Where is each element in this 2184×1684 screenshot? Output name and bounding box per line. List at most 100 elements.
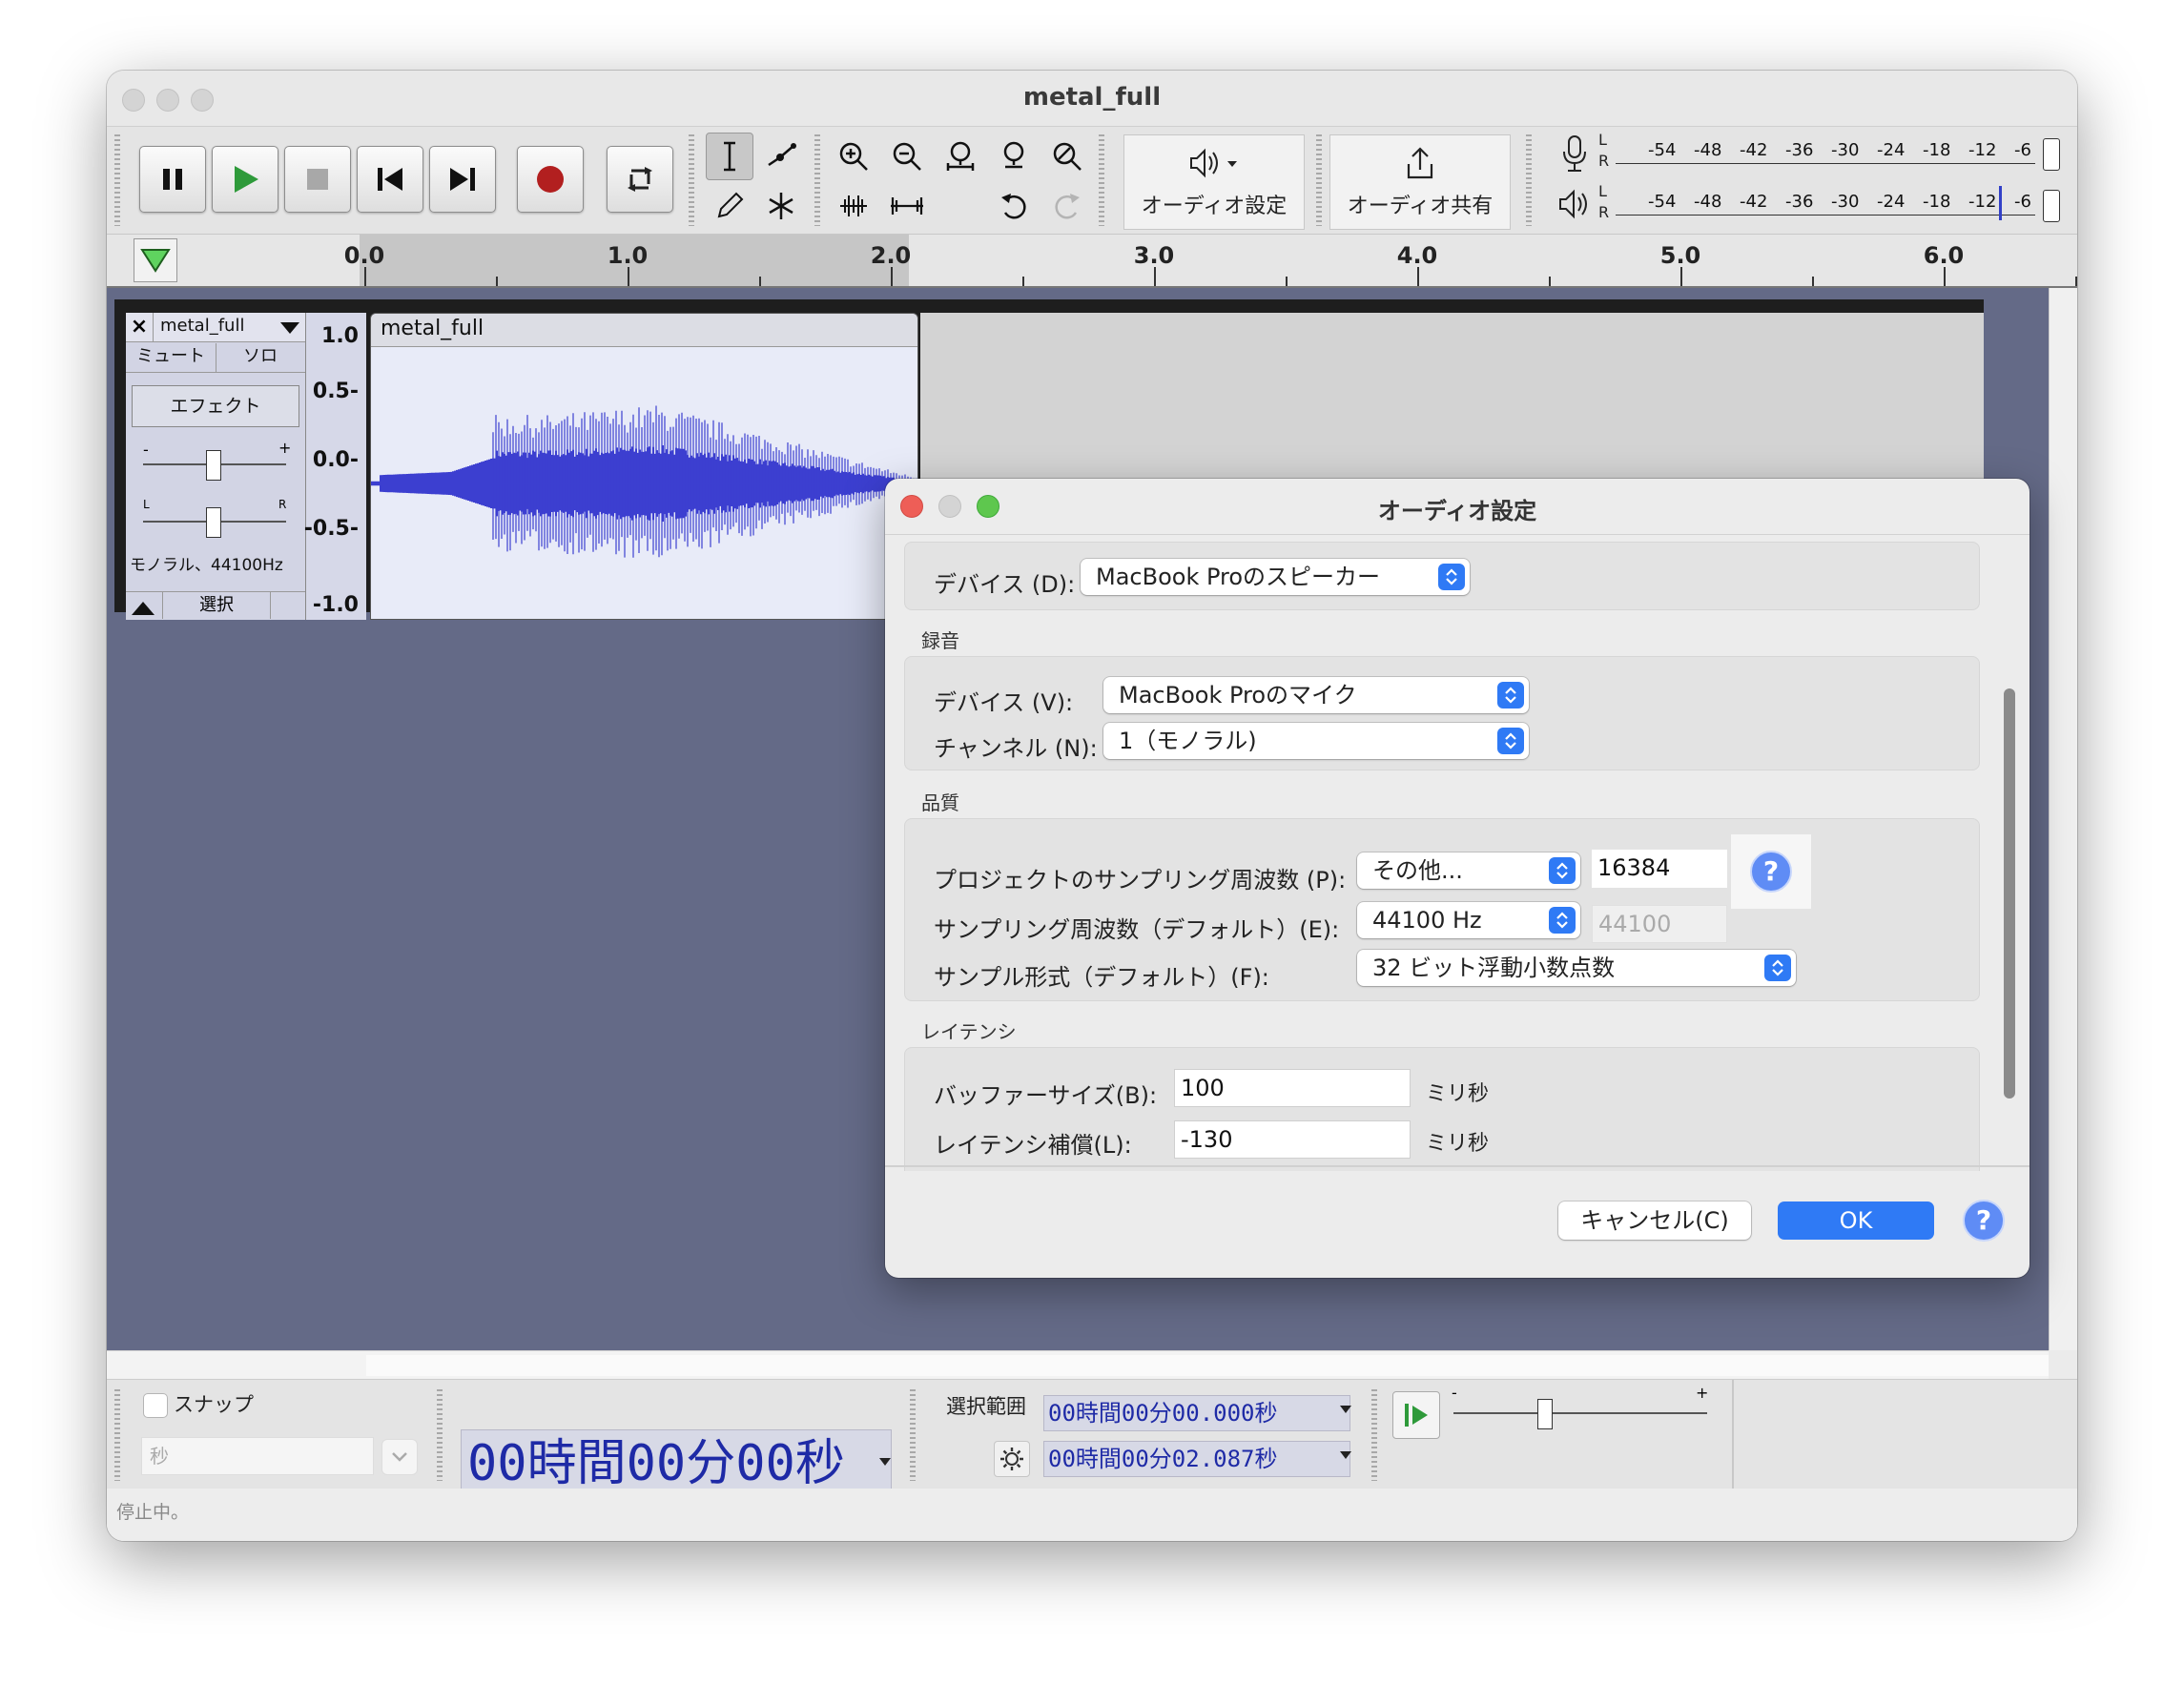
selection-tool-button[interactable] [706, 133, 753, 180]
speed-slider-thumb[interactable] [1537, 1399, 1553, 1429]
toolbar-grip[interactable] [1099, 134, 1104, 226]
dialog-footer-divider [885, 1165, 2029, 1167]
project-rate-select[interactable]: その他... [1357, 852, 1580, 889]
quality-group: プロジェクトのサンプリング周波数 (P): その他... 16384 ? サンプ… [904, 818, 1980, 1001]
toolbar-grip[interactable] [689, 134, 694, 226]
mute-button[interactable]: ミュート [126, 343, 216, 373]
redo-button[interactable] [1043, 182, 1091, 230]
undo-icon [1001, 194, 1026, 219]
playback-device-select[interactable]: MacBook Proのスピーカー [1081, 559, 1470, 595]
play-at-speed-button[interactable] [1392, 1391, 1440, 1439]
dialog-title: オーディオ設定 [1377, 498, 1537, 524]
end-time-dropdown-icon[interactable] [1339, 1448, 1352, 1462]
timeline-ruler[interactable]: 0.0 1.0 2.0 3.0 4.0 5.0 6.0 [107, 235, 2077, 288]
zoom-toggle-button[interactable] [1043, 133, 1091, 180]
recording-section-label: 録音 [921, 629, 959, 652]
effects-button[interactable]: エフェクト [132, 385, 299, 427]
toolbar-grip[interactable] [910, 1389, 916, 1481]
selection-start-time[interactable]: 00時間00分00.000秒 [1043, 1395, 1350, 1431]
snap-checkbox[interactable] [143, 1393, 168, 1418]
track-close-button[interactable]: × [126, 313, 154, 341]
audio-share-button[interactable]: オーディオ共有 [1329, 134, 1511, 230]
gain-slider-thumb[interactable] [206, 450, 221, 481]
horizontal-scroll-thumb[interactable] [366, 1355, 2049, 1376]
gear-icon [1000, 1448, 1023, 1470]
recording-device-select[interactable]: MacBook Proのマイク [1103, 677, 1529, 713]
track-name[interactable]: metal_full [160, 316, 244, 336]
zoom-in-button[interactable] [830, 133, 877, 180]
toolbar-grip[interactable] [814, 134, 820, 226]
dialog-scrollbar[interactable] [1999, 536, 2020, 1222]
cancel-button[interactable]: キャンセル(C) [1558, 1201, 1751, 1240]
ruler-major-tick [891, 267, 893, 286]
record-meter[interactable]: L R -54 -48 -42 -36 -30 -24 -18 -12 -6 [1545, 131, 2077, 178]
audio-setup-label: オーディオ設定 [1141, 195, 1288, 218]
snap-unit-select[interactable]: 秒 [141, 1437, 374, 1475]
scale-label: -0.5- [303, 517, 359, 541]
ruler-minor-tick [2075, 277, 2077, 286]
status-bar: 停止中。 [107, 1489, 2077, 1541]
pause-button[interactable] [139, 146, 206, 213]
toolbar-grip[interactable] [114, 1389, 120, 1481]
audio-setup-button[interactable]: オーディオ設定 [1123, 134, 1305, 230]
selection-end-time[interactable]: 00時間00分02.087秒 [1043, 1441, 1350, 1477]
draw-tool-button[interactable] [706, 182, 753, 230]
multi-tool-button[interactable] [757, 182, 805, 230]
meter-tick-label: -6 [2014, 192, 2031, 212]
toolbar-grip[interactable] [114, 134, 120, 226]
vertical-scrollbar[interactable] [2049, 288, 2077, 1350]
latency-compensation-input[interactable]: -130 [1174, 1120, 1411, 1159]
stop-button[interactable] [284, 146, 351, 213]
timeline-options-button[interactable] [134, 238, 177, 282]
toolbar-grip[interactable] [1371, 1389, 1377, 1481]
toolbar-grip[interactable] [437, 1389, 443, 1481]
project-rate-help-button[interactable]: ? [1750, 851, 1792, 893]
undo-button[interactable] [990, 182, 1038, 230]
envelope-tool-button[interactable] [757, 133, 805, 180]
ruler-label: 1.0 [607, 242, 649, 269]
solo-button[interactable]: ソロ [216, 343, 305, 373]
start-time-dropdown-icon[interactable] [1339, 1403, 1352, 1416]
skip-to-start-button[interactable] [357, 146, 423, 213]
toolbar-grip[interactable] [1316, 134, 1322, 226]
clip-header[interactable]: metal_full [371, 314, 917, 347]
snap-unit-dropdown-button[interactable] [381, 1439, 418, 1475]
share-icon [1407, 147, 1433, 179]
time-format-dropdown-icon[interactable] [877, 1454, 893, 1469]
loop-button[interactable] [607, 146, 673, 213]
skip-to-end-button[interactable] [429, 146, 496, 213]
collapse-track-icon[interactable] [130, 598, 156, 617]
toolbar-grip[interactable] [1526, 134, 1532, 226]
vertical-scale[interactable]: 1.0 0.5- 0.0- -0.5- -1.0 [303, 313, 366, 620]
snap-label: スナップ [174, 1393, 254, 1416]
selection-settings-button[interactable] [994, 1441, 1030, 1477]
play-button[interactable] [212, 146, 278, 213]
speed-slider-track[interactable] [1453, 1412, 1707, 1414]
record-meter-slider-thumb[interactable] [2043, 138, 2060, 171]
playback-group: デバイス (D): MacBook Proのスピーカー [904, 542, 1980, 610]
audio-clip[interactable]: metal_full [370, 313, 918, 620]
track-menu-icon[interactable] [278, 320, 301, 336]
channels-select[interactable]: 1（モノラル) [1103, 723, 1529, 759]
silence-audio-button[interactable] [883, 182, 931, 230]
project-rate-input[interactable]: 16384 [1592, 850, 1727, 888]
zoom-out-button[interactable] [883, 133, 931, 180]
horizontal-scrollbar[interactable] [107, 1350, 2049, 1380]
trim-audio-button[interactable] [830, 182, 877, 230]
fit-project-button[interactable] [990, 133, 1038, 180]
speaker-dropdown-icon [1190, 148, 1237, 178]
record-button[interactable] [517, 146, 584, 213]
meter-tick-label: -48 [1694, 192, 1722, 212]
buffer-size-input[interactable]: 100 [1174, 1069, 1411, 1107]
dialog-help-button[interactable]: ? [1963, 1200, 2005, 1242]
playback-meter-slider-thumb[interactable] [2043, 190, 2060, 222]
pan-slider-thumb[interactable] [206, 507, 221, 538]
zoom-in-icon [839, 142, 868, 171]
playback-meter[interactable]: L R -54 -48 -42 -36 -30 -24 -18 -12 -6 [1545, 182, 2077, 230]
sample-format-select[interactable]: 32 ビット浮動小数点数 [1357, 950, 1796, 986]
dialog-scroll-thumb[interactable] [2004, 688, 2015, 1099]
fit-selection-button[interactable] [937, 133, 984, 180]
default-rate-select[interactable]: 44100 Hz [1357, 902, 1580, 938]
ok-button[interactable]: OK [1778, 1201, 1934, 1240]
select-track-button[interactable]: 選択 [162, 592, 271, 619]
